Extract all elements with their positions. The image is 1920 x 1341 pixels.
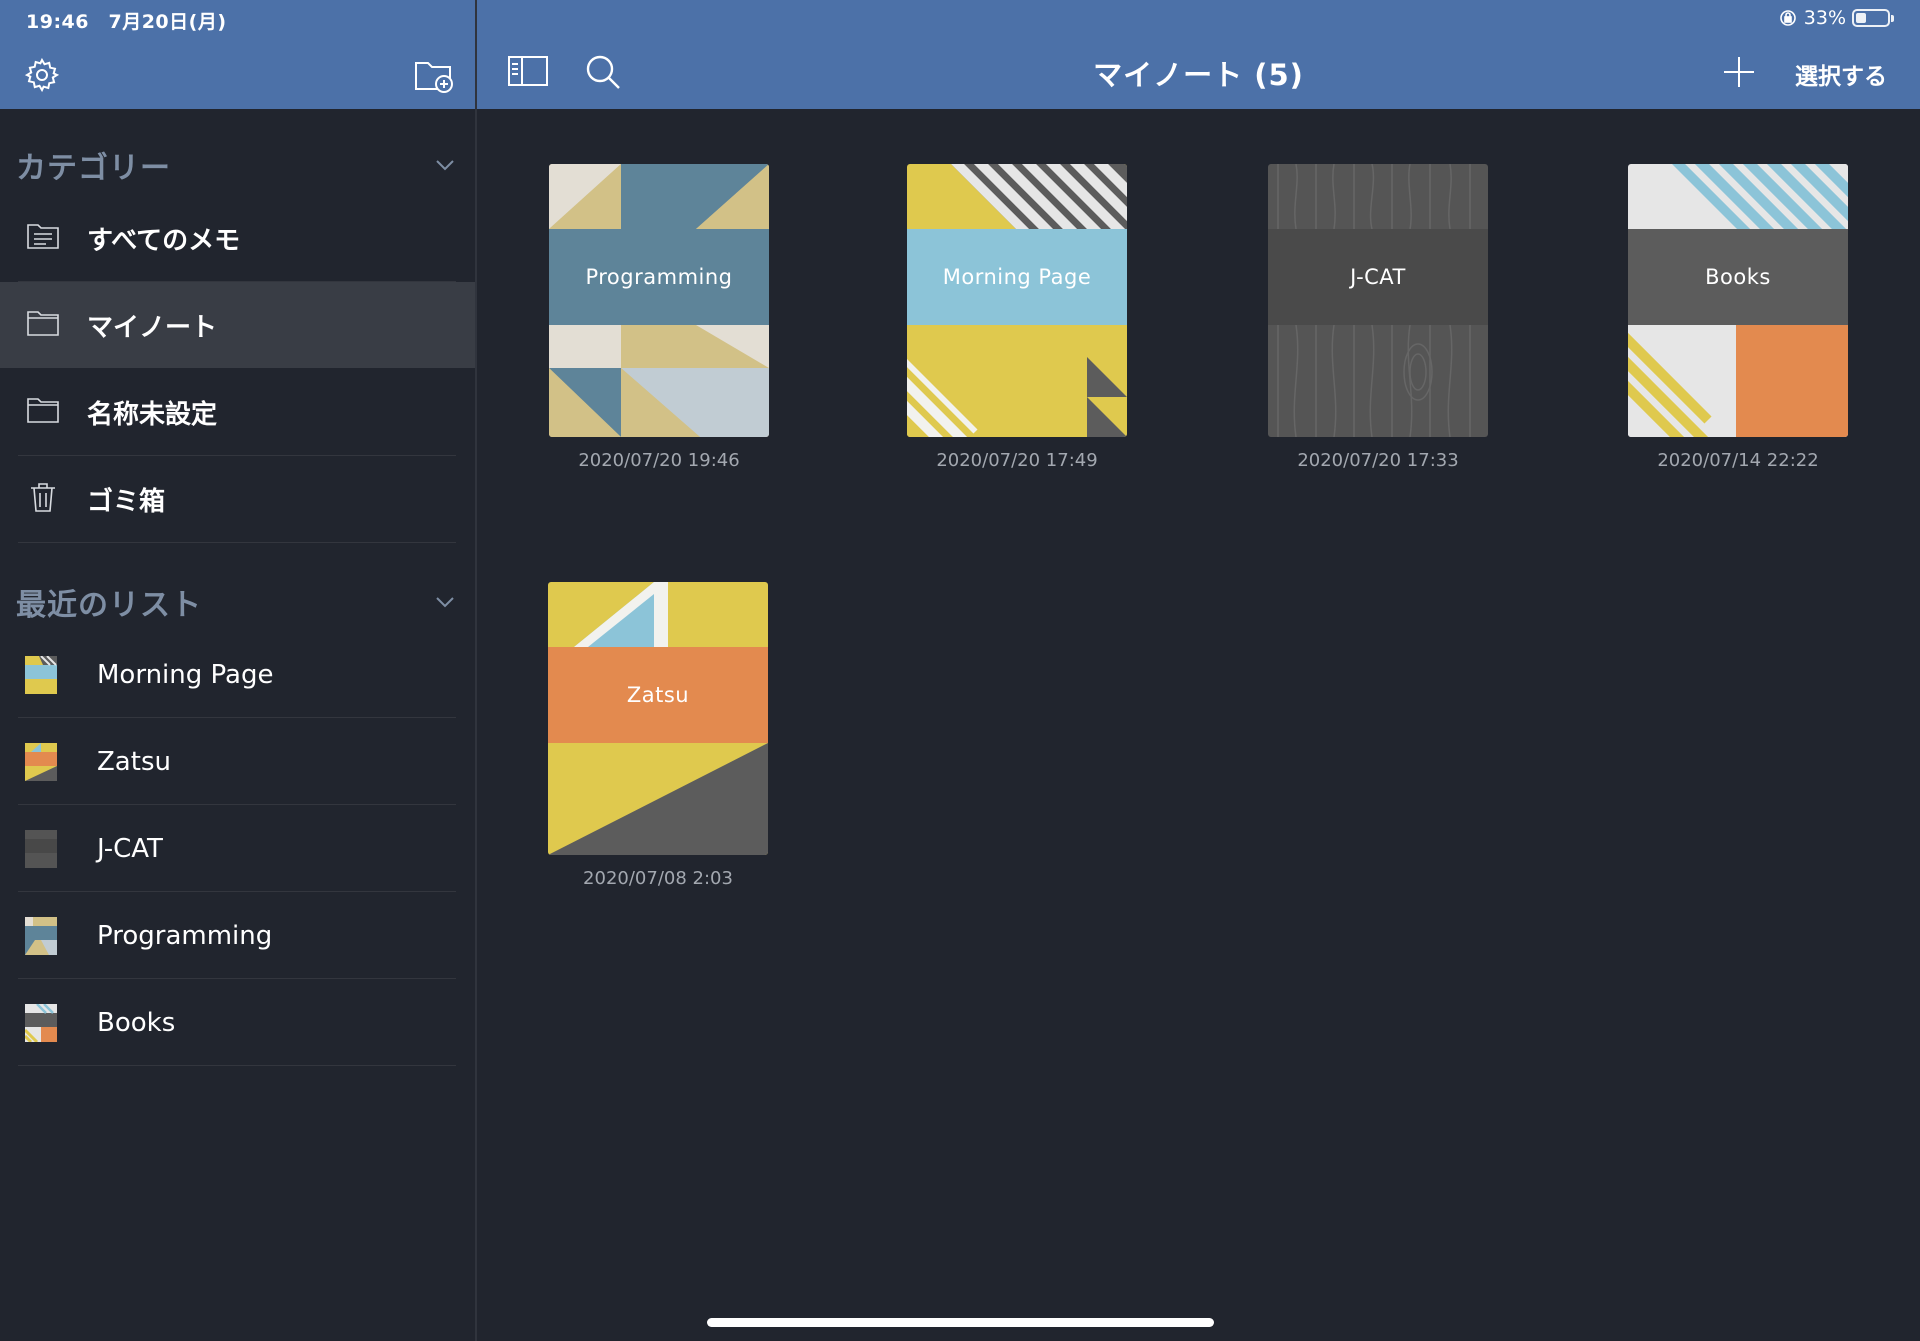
divider bbox=[18, 717, 456, 718]
notebook-cover: Books bbox=[1628, 164, 1848, 437]
notebook-thumbnail bbox=[25, 830, 57, 868]
notebook-thumbnail bbox=[25, 1004, 57, 1042]
recent-item-label: Zatsu bbox=[97, 747, 171, 777]
recent-item-books[interactable]: Books bbox=[0, 980, 475, 1066]
recent-item-programming[interactable]: Programming bbox=[0, 893, 475, 979]
folder-icon bbox=[27, 398, 59, 423]
pane-divider bbox=[475, 0, 477, 1341]
sidebar: 19:46 7月20日(月) カテゴリー すべてのメモ マイノート 名称未設定 … bbox=[0, 0, 475, 1341]
notebook-title: Books bbox=[1628, 229, 1848, 325]
recent-item-morning-page[interactable]: Morning Page bbox=[0, 632, 475, 718]
gear-icon[interactable] bbox=[22, 55, 62, 95]
folder-lines-icon bbox=[27, 224, 59, 249]
notebook-title: Morning Page bbox=[907, 229, 1127, 325]
sidebar-item-label: マイノート bbox=[87, 312, 218, 343]
sidebar-item-my-notes[interactable]: マイノート bbox=[0, 282, 475, 368]
sidebar-item-untitled[interactable]: 名称未設定 bbox=[0, 369, 475, 455]
orientation-lock-icon bbox=[1779, 10, 1796, 26]
main-header: 33% マイノート (5) 選択する bbox=[477, 0, 1920, 109]
categories-section-header[interactable]: カテゴリー bbox=[16, 143, 456, 187]
recent-item-label: Books bbox=[97, 1008, 176, 1038]
divider bbox=[18, 891, 456, 892]
chevron-down-icon bbox=[436, 597, 454, 608]
notebook-card[interactable]: Programming 2020/07/20 19:46 bbox=[549, 164, 769, 484]
recent-section-header[interactable]: 最近のリスト bbox=[16, 580, 456, 624]
recent-item-label: J-CAT bbox=[97, 834, 163, 864]
recent-item-label: Morning Page bbox=[97, 660, 274, 690]
notebook-thumbnail bbox=[25, 917, 57, 955]
home-indicator[interactable] bbox=[707, 1318, 1214, 1327]
notebook-date: 2020/07/20 19:46 bbox=[578, 450, 740, 471]
notebook-thumbnail bbox=[25, 656, 57, 694]
divider bbox=[18, 1065, 456, 1066]
notebook-date: 2020/07/08 2:03 bbox=[583, 868, 733, 889]
divider bbox=[18, 542, 456, 543]
sidebar-header: 19:46 7月20日(月) bbox=[0, 0, 475, 109]
notebook-thumbnail bbox=[25, 743, 57, 781]
sidebar-item-label: 名称未設定 bbox=[87, 399, 218, 430]
notebook-cover: Zatsu bbox=[548, 582, 768, 855]
notebook-card[interactable]: Books 2020/07/14 22:22 bbox=[1628, 164, 1848, 484]
recent-item-zatsu[interactable]: Zatsu bbox=[0, 719, 475, 805]
notebook-date: 2020/07/14 22:22 bbox=[1657, 450, 1819, 471]
divider bbox=[18, 978, 456, 979]
sidebar-item-all-notes[interactable]: すべてのメモ bbox=[0, 195, 475, 281]
notebook-card[interactable]: J-CAT 2020/07/20 17:33 bbox=[1268, 164, 1488, 484]
new-folder-icon[interactable] bbox=[412, 54, 456, 96]
select-button[interactable]: 選択する bbox=[1795, 57, 1887, 91]
notebook-cover: Morning Page bbox=[907, 164, 1127, 437]
divider bbox=[18, 804, 456, 805]
recent-item-j-cat[interactable]: J-CAT bbox=[0, 806, 475, 892]
notebook-cover: Programming bbox=[549, 164, 769, 437]
status-indicators: 33% bbox=[1778, 7, 1894, 29]
add-icon[interactable] bbox=[1721, 54, 1757, 90]
battery-percent: 33% bbox=[1803, 7, 1846, 29]
sidebar-item-label: ゴミ箱 bbox=[87, 486, 166, 517]
notebook-date: 2020/07/20 17:49 bbox=[936, 450, 1098, 471]
sidebar-item-label: すべてのメモ bbox=[87, 225, 241, 256]
recent-title: 最近のリスト bbox=[16, 588, 202, 623]
folder-icon bbox=[27, 311, 59, 336]
notebook-date: 2020/07/20 17:33 bbox=[1297, 450, 1459, 471]
categories-title: カテゴリー bbox=[16, 151, 171, 186]
notebook-cover: J-CAT bbox=[1268, 164, 1488, 437]
notebook-card[interactable]: Zatsu 2020/07/08 2:03 bbox=[548, 582, 768, 902]
notebook-card[interactable]: Morning Page 2020/07/20 17:49 bbox=[907, 164, 1127, 484]
notebook-title: J-CAT bbox=[1268, 229, 1488, 325]
notebook-title: Zatsu bbox=[548, 647, 768, 743]
recent-item-label: Programming bbox=[97, 921, 273, 951]
sidebar-item-trash[interactable]: ゴミ箱 bbox=[0, 456, 475, 542]
battery-icon bbox=[1852, 9, 1894, 27]
trash-icon bbox=[31, 483, 55, 512]
status-time: 19:46 7月20日(月) bbox=[26, 11, 227, 33]
chevron-down-icon bbox=[436, 160, 454, 171]
page-title: マイノート (5) bbox=[1093, 58, 1304, 92]
notebook-title: Programming bbox=[549, 229, 769, 325]
